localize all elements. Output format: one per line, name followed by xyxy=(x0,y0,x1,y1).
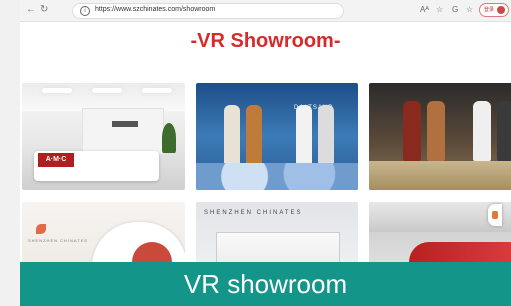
ceiling-light xyxy=(92,88,122,93)
page-title: -VR Showroom- xyxy=(190,30,341,52)
mannequin xyxy=(318,105,334,165)
refresh-icon[interactable]: ↻ xyxy=(40,3,48,17)
profile-label: 登录 xyxy=(484,7,495,13)
browser-window: ← ↻ i https://www.szchinates.com/showroo… xyxy=(20,0,511,306)
mannequin xyxy=(403,101,421,161)
showroom-tile-reception[interactable]: A·M·C xyxy=(22,83,185,190)
brand-logo-text: SHENZHEN CHINATES xyxy=(28,238,89,243)
wall-logo xyxy=(112,121,138,127)
mannequin xyxy=(224,105,240,165)
url-text: https://www.szchinates.com/showroom xyxy=(95,6,216,13)
flower-display xyxy=(196,163,358,190)
favorites-icon[interactable]: ☆ xyxy=(466,4,473,16)
extension-icon[interactable]: G xyxy=(452,4,458,16)
read-aloud-icon[interactable]: Aᴬ xyxy=(420,4,429,16)
showroom-tile-store-display[interactable] xyxy=(369,83,511,190)
mannequin xyxy=(246,105,262,165)
avatar xyxy=(497,6,505,14)
address-bar[interactable]: i https://www.szchinates.com/showroom xyxy=(72,3,344,19)
hall-banner: SHENZHEN CHINATES xyxy=(204,210,303,216)
caption-text: VR showroom xyxy=(183,269,348,299)
dried-grass-display xyxy=(369,161,511,190)
amc-logo: A·M·C xyxy=(38,153,74,167)
plant xyxy=(162,123,176,153)
caption-bar: VR showroom xyxy=(20,262,511,306)
back-icon[interactable]: ← xyxy=(26,3,36,17)
site-info-icon[interactable]: i xyxy=(80,6,90,16)
mannequin xyxy=(473,101,491,161)
showroom-tile-window-display[interactable]: DALTSAND xyxy=(196,83,358,190)
mannequin xyxy=(427,101,445,161)
mannequin xyxy=(497,101,511,161)
ceiling-light xyxy=(142,88,172,93)
ceiling-light xyxy=(42,88,72,93)
floating-side-button[interactable] xyxy=(488,204,502,226)
profile-button[interactable]: 登录 xyxy=(479,3,509,17)
mannequin xyxy=(296,105,312,165)
reception-wall xyxy=(82,108,164,155)
favorite-star-icon[interactable]: ☆ xyxy=(436,4,443,16)
browser-toolbar: ← ↻ i https://www.szchinates.com/showroo… xyxy=(20,0,511,22)
brand-logo-mark xyxy=(36,224,46,234)
